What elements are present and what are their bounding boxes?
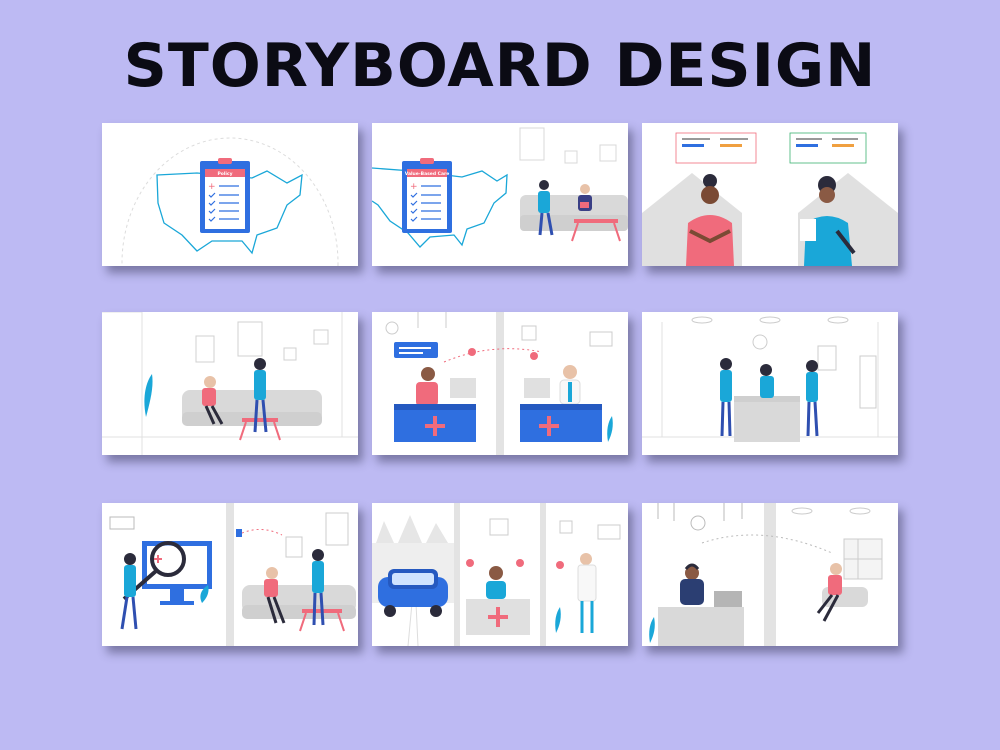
storyboard-panel-5	[372, 312, 628, 455]
storyboard-panel-6	[642, 312, 898, 455]
storyboard-panel-3	[642, 123, 898, 266]
svg-text:+: +	[208, 182, 216, 192]
clipboard-label: Value-Based Care	[405, 171, 450, 177]
storyboard-panel-8	[372, 503, 628, 646]
storyboard-panel-9	[642, 503, 898, 646]
page-title: STORYBOARD DESIGN	[123, 31, 877, 101]
svg-text:+: +	[410, 182, 418, 192]
clipboard-label: Policy	[217, 171, 232, 177]
storyboard-panel-1: Policy +	[102, 123, 358, 266]
storyboard-panel-7	[102, 503, 358, 646]
storyboard-panel-2: Value-Based Care +	[372, 123, 628, 266]
storyboard-panel-4	[102, 312, 358, 455]
